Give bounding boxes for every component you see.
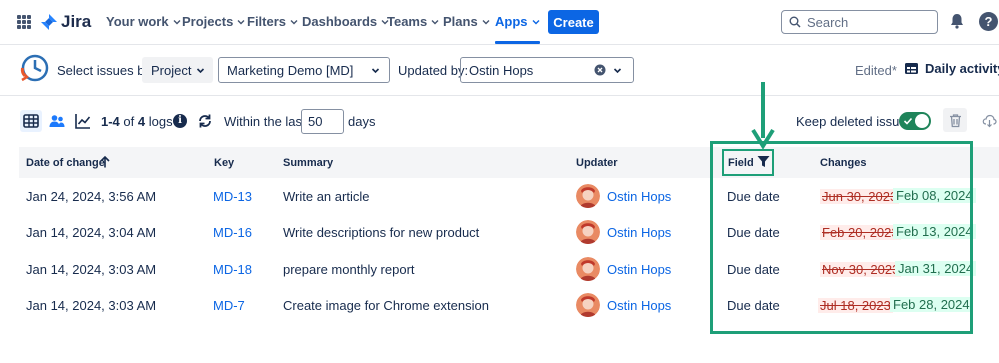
export-button[interactable]: [977, 108, 999, 132]
nav-your-work[interactable]: Your work: [106, 14, 181, 29]
chevron-down-icon: [371, 68, 380, 74]
issue-key-link[interactable]: MD-18: [213, 262, 252, 277]
date-cell: Jan 14, 2024, 3:03 AM: [26, 298, 157, 313]
within-label: Within the last:: [224, 114, 310, 129]
nav-label: Teams: [387, 14, 428, 29]
search-box[interactable]: [781, 10, 938, 34]
chevron-down-icon: [196, 68, 205, 74]
notifications-icon[interactable]: [948, 12, 966, 30]
nav-label: Plans: [443, 14, 478, 29]
log-unit-label: logs: [148, 114, 173, 129]
report-selector[interactable]: Daily activity re: [904, 61, 999, 76]
updater-link[interactable]: Ostin Hops: [607, 298, 671, 313]
jira-logo[interactable]: Jira: [40, 12, 91, 32]
cloud-download-icon: [982, 114, 997, 127]
check-icon: [903, 117, 913, 125]
column-key[interactable]: Key: [214, 157, 234, 169]
issue-key-link[interactable]: MD-13: [213, 189, 252, 204]
nav-plans[interactable]: Plans: [443, 14, 490, 29]
keep-deleted-toggle[interactable]: [899, 112, 931, 130]
log-total: 4: [137, 114, 146, 129]
activity-app-logo-icon: [20, 54, 49, 82]
chart-view-toggle[interactable]: [72, 110, 94, 132]
avatar: [576, 293, 600, 317]
summary-cell: prepare monthly report: [283, 262, 415, 277]
nav-projects[interactable]: Projects: [182, 14, 245, 29]
updater-link[interactable]: Ostin Hops: [607, 225, 671, 240]
table-icon: [905, 63, 918, 74]
line-chart-icon: [75, 114, 91, 129]
summary-cell: Create image for Chrome extension: [283, 298, 489, 313]
keep-deleted-label: Keep deleted issues: [796, 114, 914, 129]
table-view-toggle[interactable]: [20, 110, 42, 132]
nav-dashboards[interactable]: Dashboards: [302, 14, 389, 29]
date-cell: Jan 24, 2024, 3:56 AM: [26, 189, 157, 204]
nav-label: Apps: [495, 14, 528, 29]
people-icon: [49, 115, 65, 127]
table-view-icon: [23, 114, 39, 128]
toggle-knob: [915, 114, 929, 128]
issue-key-link[interactable]: MD-7: [213, 298, 245, 313]
nav-label: Your work: [106, 14, 169, 29]
nav-teams[interactable]: Teams: [387, 14, 439, 29]
column-date-of-change[interactable]: Date of change: [26, 157, 105, 169]
days-input[interactable]: [301, 109, 344, 134]
column-summary[interactable]: Summary: [283, 157, 333, 169]
report-name: Daily activity re: [925, 61, 999, 76]
chevron-down-icon: [431, 19, 439, 24]
refresh-icon[interactable]: [197, 113, 213, 129]
date-cell: Jan 14, 2024, 3:04 AM: [26, 225, 157, 240]
chevron-down-icon: [482, 19, 490, 24]
delete-button[interactable]: [943, 108, 967, 132]
log-of-label: of: [123, 114, 135, 129]
create-button[interactable]: Create: [548, 10, 599, 34]
jira-logo-icon: [41, 14, 57, 30]
nav-filters[interactable]: Filters: [247, 14, 298, 29]
select-issues-label: Select issues by:: [57, 63, 155, 78]
top-navigation: Jira Your work Projects Filters Dashboar…: [0, 0, 999, 45]
log-count: 1-4 of 4 logs: [101, 114, 173, 129]
clear-icon[interactable]: [594, 64, 606, 76]
project-select[interactable]: Marketing Demo [MD]: [218, 57, 390, 83]
chevron-down-icon: [290, 19, 298, 24]
updated-by-select[interactable]: Ostin Hops: [460, 57, 634, 83]
avatar: [576, 257, 600, 281]
updater-link[interactable]: Ostin Hops: [607, 189, 671, 204]
nav-label: Projects: [182, 14, 234, 29]
column-updater[interactable]: Updater: [576, 157, 618, 169]
search-input[interactable]: [807, 14, 927, 30]
chevron-down-icon: [173, 19, 181, 24]
annotation-arrow-icon: [751, 82, 775, 150]
avatar: [576, 220, 600, 244]
summary-cell: Write an article: [283, 189, 370, 204]
info-icon[interactable]: i: [173, 114, 187, 128]
nav-label: Filters: [247, 14, 287, 29]
highlight-box: [710, 141, 973, 334]
app-switcher-icon[interactable]: [17, 15, 31, 29]
edited-indicator: Edited*: [855, 63, 897, 78]
days-label: days: [348, 114, 376, 129]
summary-cell: Write descriptions for new product: [283, 225, 480, 240]
help-icon[interactable]: ?: [979, 12, 998, 31]
chevron-down-icon: [613, 68, 622, 74]
chevron-down-icon: [237, 19, 245, 24]
people-view-toggle[interactable]: [46, 110, 68, 132]
updater-link[interactable]: Ostin Hops: [607, 262, 671, 277]
log-range: 1-4: [101, 114, 120, 129]
nav-label: Dashboards: [302, 14, 378, 29]
scope-value: Project: [151, 62, 192, 78]
updated-by-value: Ostin Hops: [469, 62, 534, 78]
nav-apps[interactable]: Apps: [495, 14, 540, 44]
trash-icon: [949, 113, 961, 127]
filter-bar: Select issues by: Project Marketing Demo…: [0, 46, 999, 96]
sort-ascending-icon[interactable]: [98, 155, 112, 169]
product-name: Jira: [61, 12, 92, 31]
issue-key-link[interactable]: MD-16: [213, 225, 252, 240]
avatar: [576, 184, 600, 208]
updated-by-label: Updated by:: [398, 63, 469, 78]
chevron-down-icon: [532, 19, 539, 24]
date-cell: Jan 14, 2024, 3:03 AM: [26, 262, 157, 277]
search-icon: [789, 16, 801, 28]
project-value: Marketing Demo [MD]: [227, 62, 354, 78]
